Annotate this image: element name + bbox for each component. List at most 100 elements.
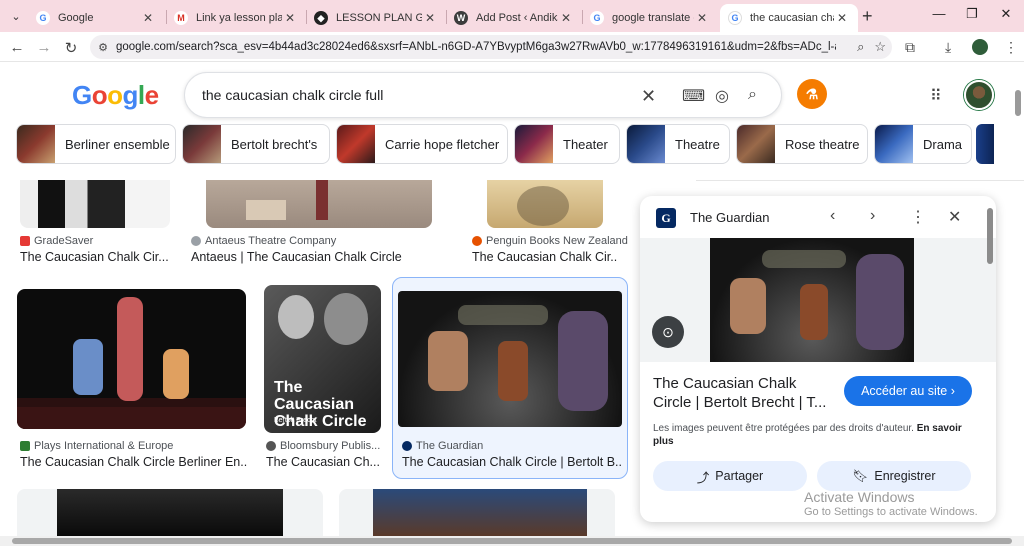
download-icon[interactable]: ⤓ <box>945 39 951 56</box>
result-caption[interactable]: The Caucasian Chalk Cir... <box>20 250 170 264</box>
panel-source[interactable]: The Guardian <box>690 210 770 225</box>
menu-kebab-icon[interactable]: ⋮ <box>1004 39 1018 56</box>
source-label: Bloomsbury Publis... <box>280 440 381 452</box>
clear-icon[interactable]: ✕ <box>641 86 656 107</box>
result-image-antaeus[interactable] <box>206 180 432 228</box>
page-scrollbar[interactable] <box>1015 90 1021 116</box>
reload-icon[interactable]: ↻ <box>62 39 80 57</box>
chip-rose-theatre[interactable]: Rose theatre <box>736 124 868 164</box>
google-logo[interactable]: Google <box>72 80 159 111</box>
minimize-button[interactable]: — <box>927 6 951 21</box>
chip-carrie-hope-fletcher[interactable]: Carrie hope fletcher <box>336 124 508 164</box>
tab-caucasian-chalk[interactable]: G the caucasian chalk c ✕ <box>720 4 858 32</box>
close-icon[interactable]: ✕ <box>948 207 961 227</box>
chip-label: Carrie hope fletcher <box>385 136 500 152</box>
google-g-icon: G <box>590 11 604 25</box>
close-tab-icon[interactable]: ✕ <box>282 11 298 25</box>
restore-button[interactable]: ❐ <box>960 6 984 22</box>
avatar[interactable] <box>964 80 994 110</box>
visit-site-button[interactable]: Accéder au site › <box>844 376 972 406</box>
chevron-left-icon[interactable]: ‹ <box>830 207 835 225</box>
tab-lesson-plan[interactable]: ◆ LESSON PLAN GENE ✕ <box>306 4 446 32</box>
panel-scrollbar[interactable] <box>987 208 993 264</box>
tab-title: Add Post ‹ Andika Ne <box>476 12 558 24</box>
chip-thumbnail <box>17 125 55 163</box>
chip-theatre[interactable]: Theatre <box>626 124 730 164</box>
source-penguin[interactable]: Penguin Books New Zealand <box>472 235 628 247</box>
result-caption[interactable]: The Caucasian Chalk Circle Berliner En..… <box>20 455 248 469</box>
share-button[interactable]: ⤴ Partager <box>653 461 807 491</box>
close-tab-icon[interactable]: ✕ <box>694 11 710 25</box>
close-tab-icon[interactable]: ✕ <box>558 11 574 25</box>
africa-icon: ◆ <box>314 11 328 25</box>
result-caption[interactable]: The Caucasian Ch... <box>266 455 381 469</box>
source-gradesaver[interactable]: GradeSaver <box>20 235 93 247</box>
tab-title: LESSON PLAN GENE <box>336 12 422 24</box>
lens-camera-icon[interactable]: ◎ <box>715 86 729 106</box>
source-guardian[interactable]: The Guardian <box>402 440 483 452</box>
forward-icon[interactable]: → <box>35 39 53 56</box>
tab-title: Link ya lesson plan o <box>196 12 282 24</box>
result-image-plays-international[interactable] <box>17 289 246 429</box>
result-caption[interactable]: Antaeus | The Caucasian Chalk Circle <box>191 250 451 264</box>
address-bar[interactable]: ⚙ google.com/search?sca_esv=4b44ad3c2802… <box>90 35 892 59</box>
tab-wordpress[interactable]: W Add Post ‹ Andika Ne ✕ <box>446 4 582 32</box>
globe-icon <box>191 236 201 246</box>
panel-title[interactable]: The Caucasian Chalk Circle | Bertolt Bre… <box>653 374 833 412</box>
profile-avatar-icon[interactable] <box>972 39 988 55</box>
tab-strip: ⌄ G Google ✕ M Link ya lesson plan o ✕ ◆… <box>0 0 1024 32</box>
chip-bertolt-brechts[interactable]: Bertolt brecht's <box>182 124 330 164</box>
extensions-icon[interactable]: ⧉ <box>905 39 915 56</box>
result-caption[interactable]: The Caucasian Chalk Cir... <box>472 250 618 264</box>
gradesaver-icon <box>20 236 30 246</box>
chip-theater[interactable]: Theater <box>514 124 620 164</box>
book-title-line1: The Caucasian <box>274 379 355 413</box>
search-icon[interactable]: ⌕ <box>748 86 757 104</box>
result-image-bloomsbury[interactable]: The Caucasian Chalk Circle Bertolt Brech… <box>264 285 381 433</box>
zoom-icon[interactable]: ⌕ <box>857 39 864 55</box>
lens-search-icon[interactable]: ⊙ <box>652 316 684 348</box>
more-options-icon[interactable]: ⋮ <box>910 207 926 227</box>
close-tab-icon[interactable]: ✕ <box>422 11 438 25</box>
close-tab-icon[interactable]: ✕ <box>834 11 850 25</box>
tab-gmail[interactable]: M Link ya lesson plan o ✕ <box>166 4 306 32</box>
keyboard-icon[interactable]: ⌨ <box>682 86 705 106</box>
source-bloomsbury[interactable]: Bloomsbury Publis... <box>266 440 380 452</box>
notice-text: Les images peuvent être protégées par de… <box>653 423 914 434</box>
panel-image[interactable] <box>710 238 914 362</box>
tab-google[interactable]: G Google ✕ <box>28 4 164 32</box>
result-caption[interactable]: The Caucasian Chalk Circle | Bertolt B..… <box>402 455 622 469</box>
chip-berliner-ensemble[interactable]: Berliner ensemble <box>16 124 176 164</box>
tab-google-translate[interactable]: G google translate - Ish ✕ <box>582 4 718 32</box>
result-image-row3-left[interactable] <box>17 489 323 536</box>
result-image-guardian[interactable] <box>398 291 622 427</box>
close-window-button[interactable]: ✕ <box>994 6 1018 22</box>
labs-flask-icon[interactable]: ⚗ <box>797 79 827 109</box>
chips-scroll-right[interactable] <box>976 124 994 164</box>
visit-site-label: Accéder au site <box>861 384 948 398</box>
copyright-notice: Les images peuvent être protégées par de… <box>653 422 973 448</box>
url-text[interactable]: google.com/search?sca_esv=4b44ad3c28024e… <box>116 41 836 53</box>
result-image-gradesaver[interactable] <box>20 180 170 228</box>
apps-grid-icon[interactable]: ⠿ <box>930 86 942 106</box>
search-input[interactable]: the caucasian chalk circle full <box>202 87 383 103</box>
tab-search-icon[interactable]: ⌄ <box>6 6 26 26</box>
source-antaeus[interactable]: Antaeus Theatre Company <box>191 235 336 247</box>
new-tab-button[interactable]: + <box>862 6 873 27</box>
bloomsbury-icon <box>266 441 276 451</box>
chip-thumbnail <box>627 125 665 163</box>
save-button[interactable]: 🔖︎ Enregistrer <box>817 461 971 491</box>
site-settings-icon[interactable]: ⚙ <box>90 41 116 54</box>
close-tab-icon[interactable]: ✕ <box>140 11 156 25</box>
google-g-icon: G <box>728 11 742 25</box>
source-plays-international[interactable]: Plays International & Europe <box>20 440 173 452</box>
share-icon: ⤴ <box>696 470 710 485</box>
horizontal-scrollbar[interactable] <box>0 536 1024 546</box>
result-image-row3-right[interactable] <box>339 489 615 536</box>
back-icon[interactable]: ← <box>8 39 26 56</box>
bookmark-star-icon[interactable]: ☆ <box>874 39 886 55</box>
chip-drama[interactable]: Drama <box>874 124 972 164</box>
result-image-penguin[interactable] <box>487 180 603 228</box>
chevron-right-icon[interactable]: › <box>870 207 875 225</box>
search-box[interactable]: the caucasian chalk circle full ✕ ⌨ ◎ ⌕ <box>184 72 782 118</box>
